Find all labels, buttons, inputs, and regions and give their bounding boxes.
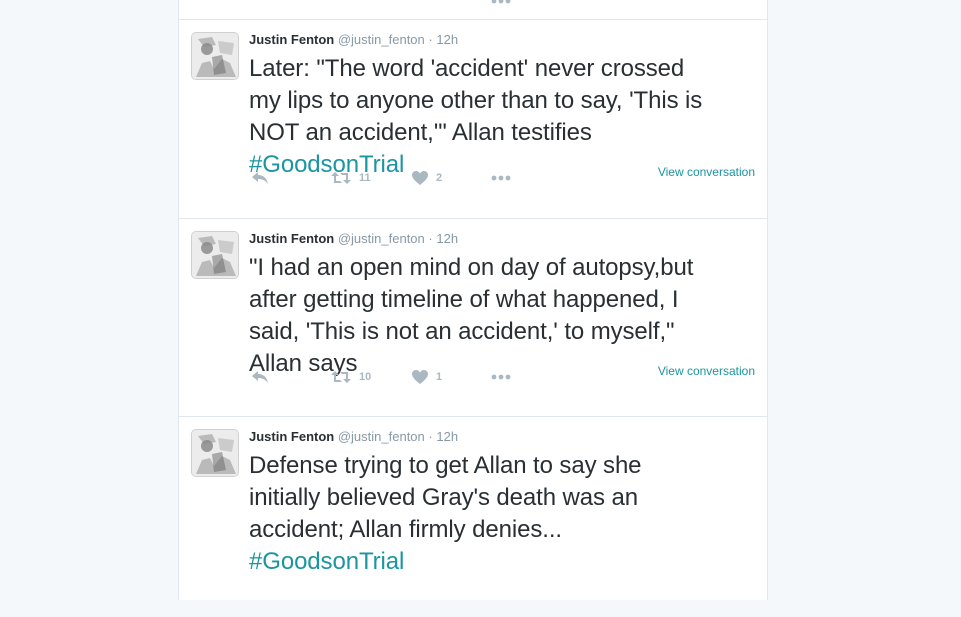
reply-button[interactable]	[251, 367, 269, 387]
like-button[interactable]: 1	[412, 367, 442, 387]
tweet-text-line: "I had an open mind on day of autopsy,bu…	[249, 254, 694, 281]
reply-button[interactable]	[251, 168, 269, 188]
reply-icon	[252, 371, 268, 383]
username[interactable]: @justin_fenton	[338, 32, 425, 47]
tweet-text: Later: "The word 'accident' never crosse…	[249, 53, 759, 181]
reply-icon[interactable]	[253, 0, 271, 3]
retweet-icon	[331, 172, 351, 184]
more-button[interactable]	[491, 367, 511, 387]
fullname[interactable]: Justin Fenton	[249, 231, 334, 246]
username[interactable]: @justin_fenton	[338, 231, 425, 246]
hashtag-link[interactable]: #GoodsonTrial	[249, 546, 759, 578]
separator-dot: ·	[428, 32, 433, 47]
tweet-header: Justin Fenton @justin_fenton · 12h	[249, 231, 458, 247]
more-icon	[491, 374, 511, 380]
fullname[interactable]: Justin Fenton	[249, 32, 334, 47]
avatar[interactable]	[191, 231, 239, 279]
tweet[interactable]: Justin Fenton @justin_fenton · 12h Later…	[179, 20, 767, 219]
view-conversation-link[interactable]: View conversation	[658, 165, 755, 179]
tweet[interactable]: Justin Fenton @justin_fenton · 12h "I ha…	[179, 219, 767, 417]
timestamp[interactable]: 12h	[436, 429, 458, 444]
tweet-text-line: NOT an accident,'" Allan testifies	[249, 119, 592, 146]
tweet-text: "I had an open mind on day of autopsy,bu…	[249, 252, 759, 380]
retweet-count: 11	[359, 172, 371, 184]
tweet[interactable]: Justin Fenton @justin_fenton · 12h Defen…	[179, 417, 767, 617]
timeline: 4 Justin Fenton @justin_fenton · 12h	[178, 0, 768, 600]
more-icon[interactable]	[491, 0, 511, 7]
tweet-text-line: initially believed Gray's death was an	[249, 484, 638, 511]
heart-icon[interactable]	[412, 0, 428, 3]
tweet-text-line: Later: "The word 'accident' never crosse…	[249, 55, 685, 82]
like-count: 1	[436, 371, 443, 383]
tweet-text-line: accident; Allan firmly denies...	[249, 516, 562, 543]
previous-tweet-actions: 4	[179, 0, 767, 20]
retweet-count: 10	[359, 371, 372, 383]
avatar[interactable]	[191, 429, 239, 477]
tweet-text-line: said, 'This is not an accident,' to myse…	[249, 318, 675, 345]
separator-dot: ·	[428, 429, 433, 444]
like-count: 2	[436, 172, 443, 184]
reply-icon	[252, 172, 268, 184]
tweet-text-line: my lips to anyone other than to say, 'Th…	[249, 87, 703, 114]
more-button[interactable]	[491, 168, 511, 188]
timestamp[interactable]: 12h	[436, 32, 458, 47]
retweet-button[interactable]: 10	[331, 367, 371, 387]
view-conversation-link[interactable]: View conversation	[658, 364, 755, 378]
heart-icon	[412, 171, 428, 185]
retweet-icon-active[interactable]	[329, 0, 349, 3]
tweet-header: Justin Fenton @justin_fenton · 12h	[249, 32, 458, 48]
fullname[interactable]: Justin Fenton	[249, 429, 334, 444]
more-icon	[491, 175, 511, 181]
timestamp[interactable]: 12h	[436, 231, 458, 246]
avatar[interactable]	[191, 32, 239, 80]
separator-dot: ·	[428, 231, 433, 246]
tweet-text: Defense trying to get Allan to say she i…	[249, 450, 759, 578]
heart-icon	[412, 370, 428, 384]
retweet-icon	[331, 371, 351, 383]
tweet-header: Justin Fenton @justin_fenton · 12h	[249, 429, 458, 445]
like-button[interactable]: 2	[412, 168, 442, 188]
retweet-button[interactable]: 11	[331, 168, 371, 188]
username[interactable]: @justin_fenton	[338, 429, 425, 444]
tweet-text-line: Defense trying to get Allan to say she	[249, 452, 642, 479]
tweet-text-line: after getting timeline of what happened,…	[249, 286, 679, 313]
